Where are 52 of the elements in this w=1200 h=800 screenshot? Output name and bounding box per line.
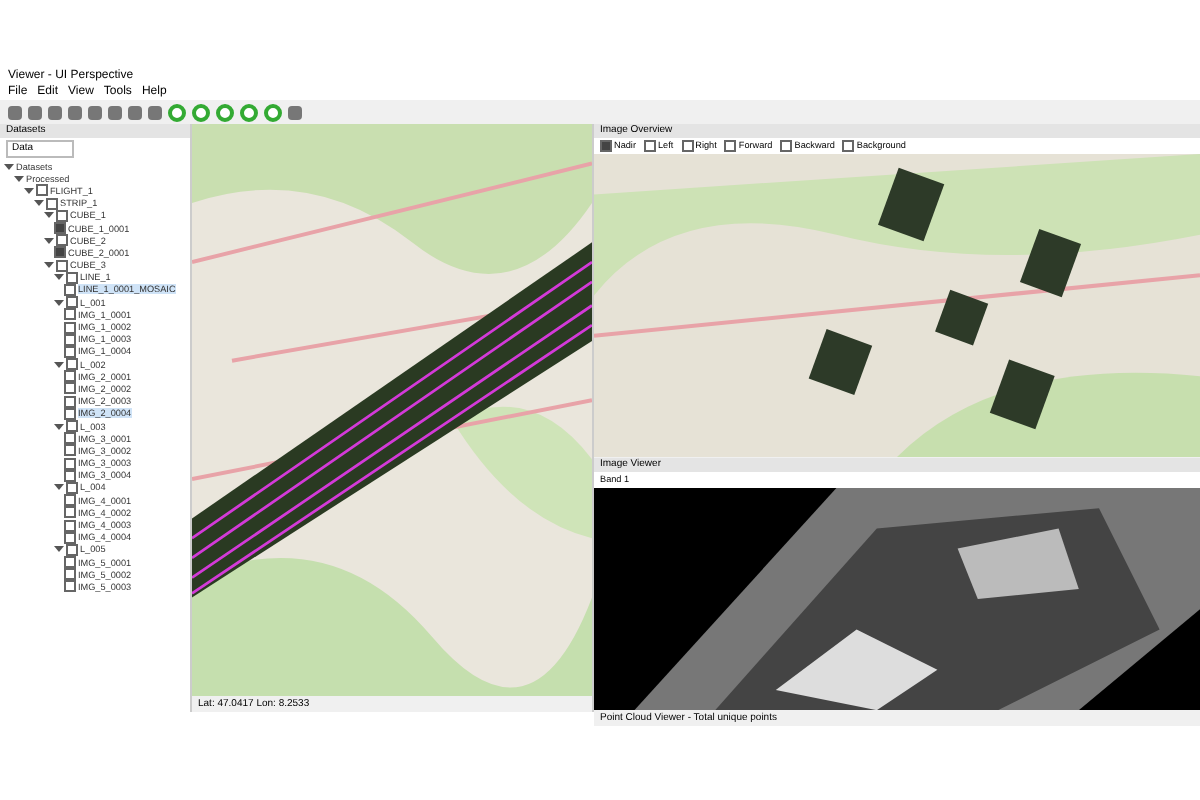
- circle-icon[interactable]: [240, 103, 258, 121]
- expand-arrow-icon[interactable]: [34, 198, 44, 209]
- expand-arrow-icon[interactable]: [54, 544, 64, 555]
- expand-arrow-icon[interactable]: [54, 482, 64, 493]
- tree-checkbox[interactable]: [64, 506, 76, 519]
- view-checkbox[interactable]: [643, 140, 656, 152]
- tree-checkbox[interactable]: [64, 382, 76, 395]
- expand-arrow-icon[interactable]: [54, 421, 64, 432]
- tree-checkbox[interactable]: [64, 457, 76, 470]
- tree-checkbox[interactable]: [64, 556, 76, 569]
- circle-icon[interactable]: [264, 103, 282, 121]
- expand-arrow-icon[interactable]: [54, 359, 64, 370]
- tree-checkbox[interactable]: [64, 444, 76, 457]
- tree-checkbox[interactable]: [56, 234, 68, 247]
- tree-checkbox[interactable]: [64, 395, 76, 408]
- view-checkbox[interactable]: [780, 140, 793, 152]
- tree-checkbox[interactable]: [54, 222, 66, 235]
- tree-checkbox[interactable]: [46, 197, 58, 210]
- tree-checkbox[interactable]: [66, 420, 78, 433]
- tree-checkbox[interactable]: [64, 370, 76, 383]
- map-drawing[interactable]: [594, 154, 1200, 457]
- tree-checkbox[interactable]: [56, 209, 68, 222]
- circle-icon[interactable]: [216, 103, 234, 121]
- tree-checkbox[interactable]: [66, 271, 78, 284]
- tree-checkbox[interactable]: [56, 259, 68, 272]
- expand-arrow-icon[interactable]: [14, 173, 24, 184]
- tree-checkbox[interactable]: [64, 580, 76, 593]
- expand-arrow-icon[interactable]: [24, 185, 34, 196]
- tree-checkbox[interactable]: [64, 308, 76, 321]
- toolbar-icon[interactable]: [288, 105, 302, 119]
- tree-checkbox[interactable]: [36, 184, 48, 197]
- view-checkbox[interactable]: [724, 140, 737, 152]
- tree-checkbox[interactable]: [64, 432, 76, 445]
- expand-arrow-icon[interactable]: [44, 260, 54, 271]
- tree-checkbox[interactable]: [66, 358, 78, 371]
- tree-checkbox[interactable]: [54, 246, 66, 259]
- expand-arrow-icon[interactable]: [4, 161, 14, 172]
- expand-arrow-icon[interactable]: [44, 235, 54, 246]
- tree-checkbox[interactable]: [64, 519, 76, 532]
- expand-arrow-icon[interactable]: [54, 272, 64, 283]
- tree-checkbox[interactable]: [66, 296, 78, 309]
- view-checkbox[interactable]: [842, 140, 855, 152]
- expand-arrow-icon[interactable]: [54, 297, 64, 308]
- view-checkbox[interactable]: [681, 140, 694, 152]
- tree-checkbox[interactable]: [64, 321, 76, 334]
- circle-icon[interactable]: [192, 103, 210, 121]
- view-checkbox[interactable]: [600, 140, 612, 152]
- map-drawing[interactable]: [192, 124, 592, 696]
- circle-icon[interactable]: [168, 103, 186, 121]
- tree-checkbox[interactable]: [64, 494, 76, 507]
- expand-arrow-icon[interactable]: [44, 210, 54, 221]
- tree-checkbox[interactable]: [64, 568, 76, 581]
